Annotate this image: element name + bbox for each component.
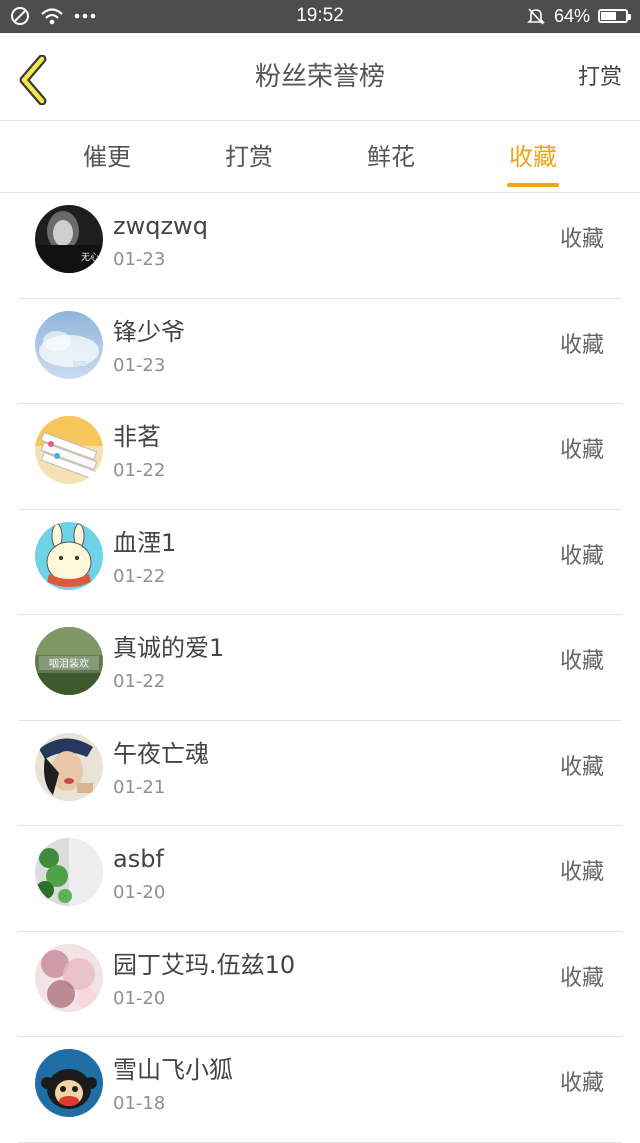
status-bar: 19:52 64% xyxy=(0,0,640,33)
list-item[interactable]: 锋少爷 01-23 收藏 xyxy=(18,299,622,404)
header: 粉丝荣誉榜 打赏 xyxy=(0,33,640,121)
item-type: 收藏 xyxy=(559,543,604,569)
active-tab-indicator xyxy=(507,183,559,187)
item-type: 收藏 xyxy=(559,227,604,252)
item-type: 收藏 xyxy=(559,332,604,358)
page-title: 粉丝荣誉榜 xyxy=(254,62,385,92)
tab-reward[interactable]: 打赏 xyxy=(189,121,309,193)
item-date: 01-20 xyxy=(113,882,166,903)
avatar xyxy=(35,943,103,1012)
status-right: 64% xyxy=(526,5,631,27)
back-button[interactable] xyxy=(14,54,54,106)
tab-flowers[interactable]: 鲜花 xyxy=(331,121,451,193)
avatar-overlay-text: 咽泪装欢 xyxy=(49,657,89,670)
tab-label: 催更 xyxy=(83,143,131,171)
tab-bar: 催更 打赏 鲜花 收藏 xyxy=(0,121,640,193)
item-date: 01-23 xyxy=(113,354,166,376)
list-item[interactable]: 无心 zwqzwq 01-23 收藏 xyxy=(18,193,622,299)
item-date: 01-23 xyxy=(113,249,166,270)
item-date: 01-18 xyxy=(113,1093,166,1114)
battery-icon xyxy=(598,9,631,23)
avatar xyxy=(35,1049,103,1117)
avatar: 咽泪装欢 xyxy=(35,627,103,695)
battery-percent: 64% xyxy=(553,5,590,26)
item-date: 01-22 xyxy=(113,565,166,587)
list-item[interactable]: 血湮1 01-22 收藏 xyxy=(18,510,622,615)
user-name: 锋少爷 xyxy=(113,317,185,346)
list-item[interactable]: 午夜亡魂 01-21 收藏 xyxy=(18,721,622,826)
tab-label: 鲜花 xyxy=(367,143,415,171)
avatar xyxy=(35,416,103,484)
item-date: 01-22 xyxy=(113,460,166,481)
list-item[interactable]: asbf 01-20 收藏 xyxy=(18,826,622,932)
item-type: 收藏 xyxy=(559,1071,604,1096)
user-name: 非茗 xyxy=(113,423,161,451)
tab-urge[interactable]: 催更 xyxy=(47,121,167,193)
avatar-overlay-text: 无心 xyxy=(81,252,99,263)
item-type: 收藏 xyxy=(559,438,604,463)
user-name: 园丁艾玛.伍兹10 xyxy=(113,950,296,979)
list-item[interactable]: 雪山飞小狐 01-18 收藏 xyxy=(18,1037,622,1143)
user-name: 午夜亡魂 xyxy=(113,739,209,768)
back-arrow-icon xyxy=(19,54,47,106)
list-item[interactable]: 非茗 01-22 收藏 xyxy=(18,404,622,510)
user-name: 雪山飞小狐 xyxy=(113,1056,233,1084)
avatar xyxy=(35,732,103,801)
item-date: 01-21 xyxy=(113,776,166,798)
user-name: 真诚的爱1 xyxy=(113,634,225,662)
user-name: zwqzwq xyxy=(113,212,208,240)
item-type: 收藏 xyxy=(559,860,604,885)
fan-list: 无心 zwqzwq 01-23 收藏 锋少爷 01-23 收藏 非茗 01-22… xyxy=(0,193,640,1143)
tab-favorites[interactable]: 收藏 xyxy=(473,121,593,193)
item-type: 收藏 xyxy=(559,965,604,991)
item-date: 01-22 xyxy=(113,671,166,692)
item-type: 收藏 xyxy=(559,754,604,780)
list-item[interactable]: 咽泪装欢 真诚的爱1 01-22 收藏 xyxy=(18,615,622,721)
reward-button[interactable]: 打赏 xyxy=(578,63,622,93)
muted-bell-icon xyxy=(527,8,545,25)
avatar: 无心 xyxy=(35,205,103,273)
tab-label: 收藏 xyxy=(509,143,557,171)
item-type: 收藏 xyxy=(559,649,604,674)
list-item[interactable]: 园丁艾玛.伍兹10 01-20 收藏 xyxy=(18,932,622,1037)
avatar xyxy=(35,838,103,906)
item-date: 01-20 xyxy=(113,987,166,1009)
user-name: 血湮1 xyxy=(113,528,177,557)
avatar xyxy=(35,521,103,590)
user-name: asbf xyxy=(113,845,164,873)
tab-label: 打赏 xyxy=(225,143,273,171)
avatar xyxy=(35,310,103,379)
